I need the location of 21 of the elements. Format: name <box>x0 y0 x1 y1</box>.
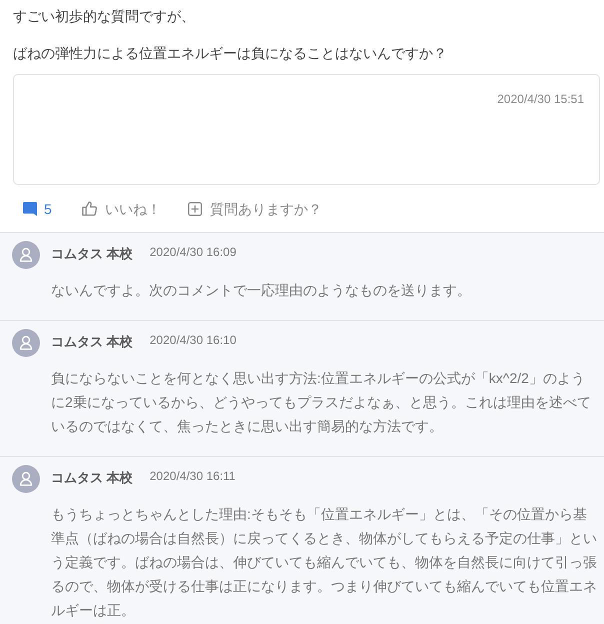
comment-text: 負にならないことを何となく思い出す方法:位置エネルギーの公式が「kx^2/2」のように2乗になっているから、どうやってもプラスだよなぁ、と思う。これは理由を述べているのではなくて、焦ったときに思い出す簡易的な方法です。 <box>51 369 592 436</box>
ask-question-button[interactable]: 質問ありますか？ <box>188 200 322 218</box>
avatar-icon <box>12 329 40 357</box>
comment-date: 2020/4/30 16:10 <box>150 333 236 347</box>
avatar-icon <box>12 241 40 269</box>
comment-date: 2020/4/30 16:11 <box>150 469 236 483</box>
comment-text: もうちょっとちゃんとした理由:そもそも「位置エネルギー」とは、「その位置から基準点（ばねの場合は自然長）に戻ってくるとき、物体がしてもらえる予定の仕事」という定義です。ばねの場合は、伸びていても縮んでいても、物体を自然長に向けて引っ張るので、物体が受ける仕事は正になります。つまり伸びていても縮んでいても位置エネルギーは正。 <box>51 505 598 620</box>
comment-date: 2020/4/30 16:09 <box>150 245 236 259</box>
question-text: ばねの弾性力による位置エネルギーは負になることはないんですか？ <box>13 44 447 63</box>
author-name: コムタス 本校 <box>51 246 133 262</box>
thumbs-up-icon <box>82 201 97 216</box>
question-text: すごい初歩的な質問ですが、 <box>13 7 195 26</box>
post-date: 2020/4/30 15:51 <box>497 92 584 106</box>
speech-bubble-icon <box>23 202 37 216</box>
like-button[interactable]: いいね！ <box>82 200 161 218</box>
plus-square-icon <box>188 202 202 216</box>
author-name: コムタス 本校 <box>51 470 133 486</box>
comment-count-button[interactable]: 5 <box>23 200 52 218</box>
comment-text: ないんですよ。次のコメントで一応理由のようなものを送ります。 <box>51 281 472 300</box>
avatar-icon <box>12 465 40 493</box>
author-name: コムタス 本校 <box>51 334 133 350</box>
